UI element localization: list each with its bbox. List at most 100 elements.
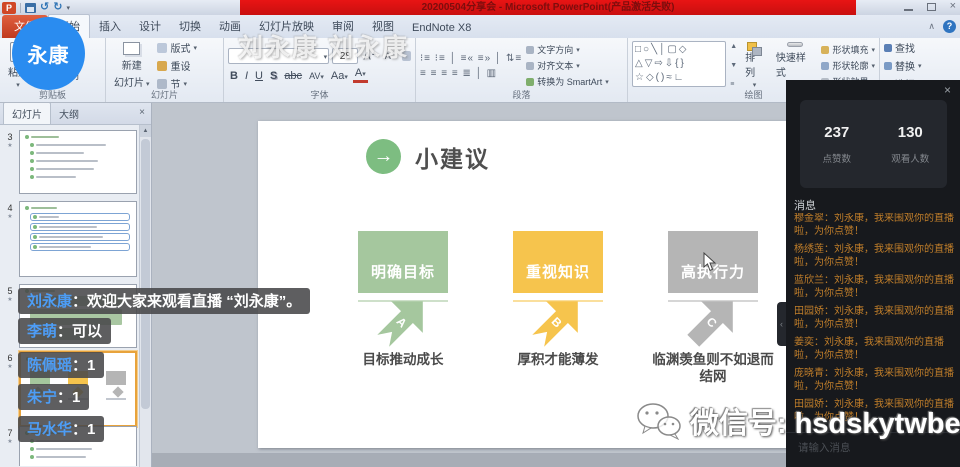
minimize-button[interactable]	[904, 9, 913, 11]
shape-fill-icon	[821, 46, 829, 54]
smartart-icon	[526, 78, 534, 86]
smartart-button[interactable]: 转换为 SmartArt▾	[526, 75, 609, 88]
tab-outline[interactable]: 大纲	[51, 103, 87, 124]
shape-outline-button[interactable]: 形状轮廓▾	[821, 59, 875, 72]
layout-icon	[157, 43, 167, 53]
strikethrough-button[interactable]: abc	[282, 70, 304, 82]
animation-star-icon: ★	[3, 438, 17, 445]
shapes-gallery[interactable]: □○╲│▢◇ △▽⇨⇩{} ☆◇()≈∟	[632, 41, 726, 87]
chat-bubble: 刘永康：欢迎大家来观看直播 “刘永康”。	[18, 288, 310, 314]
messages-list[interactable]: 穆金翠：刘永康，我来围观你的直播啦，为你点赞！ 杨绣莲：刘永康，我来围观你的直播…	[794, 213, 955, 429]
likes-label: 点赞数	[822, 151, 851, 165]
underline-button[interactable]: U	[253, 70, 265, 82]
wechat-watermark: 微信号: hsdskytwbest	[636, 400, 960, 442]
section-icon	[157, 79, 167, 89]
text-direction-button[interactable]: 文字方向▾	[526, 43, 609, 56]
caption-2[interactable]: 厚积才能薄发	[497, 351, 619, 368]
scroll-up-icon[interactable]: ▲	[140, 125, 151, 137]
window-title: 20200504分享会 - Microsoft PowerPoint(产品激活失…	[240, 0, 856, 15]
viewers-count: 130	[898, 124, 923, 141]
title-bar: P ↺ ↻ ▾ 20200504分享会 - Microsoft PowerPoi…	[0, 0, 960, 15]
arrow-shape-c[interactable]: C	[673, 281, 752, 360]
shape-fill-button[interactable]: 形状填充▾	[821, 43, 875, 56]
caption-1[interactable]: 目标推动成长	[342, 351, 464, 368]
scrollbar-thumb[interactable]	[141, 139, 150, 409]
shapes-gallery-scroll[interactable]: ▲▼≡	[730, 41, 737, 90]
group-slides: 新建 幻灯片 ▾ 版式▾ 重设 节▾ 幻灯片	[106, 38, 224, 102]
quick-styles-icon	[787, 42, 803, 47]
arrange-button[interactable]: 排列▾	[741, 41, 768, 90]
chat-bubble: 马水华：1	[18, 416, 104, 442]
text-direction-icon	[526, 46, 534, 54]
replace-icon	[884, 62, 892, 70]
restore-button[interactable]	[927, 3, 936, 11]
tab-endnote[interactable]: EndNote X8	[403, 19, 480, 38]
italic-button[interactable]: I	[243, 70, 250, 82]
panel-collapse-handle[interactable]: ‹	[777, 302, 786, 346]
align-text-icon	[526, 62, 534, 70]
find-button[interactable]: 查找	[884, 40, 922, 55]
streamer-avatar[interactable]: 永康	[12, 17, 85, 90]
title-arrow-icon: →	[366, 139, 401, 174]
new-slide-button[interactable]: 新建 幻灯片 ▾	[110, 41, 153, 90]
slide-title[interactable]: 小建议	[415, 140, 490, 174]
reset-button[interactable]: 重设	[157, 58, 197, 73]
chat-bubble: 朱宁：1	[18, 384, 89, 410]
divider	[20, 3, 21, 13]
caption-3[interactable]: 临渊羡鱼则不如退而结网	[652, 351, 774, 385]
tab-transitions[interactable]: 切换	[170, 15, 210, 38]
tab-design[interactable]: 设计	[130, 15, 170, 38]
animation-star-icon: ★	[3, 142, 17, 149]
animation-star-icon: ★	[3, 213, 17, 220]
bold-button[interactable]: B	[228, 70, 240, 82]
align-text-button[interactable]: 对齐文本▾	[526, 59, 609, 72]
animation-star-icon: ★	[3, 296, 17, 303]
live-panel-close-icon[interactable]: ×	[944, 83, 951, 97]
reset-icon	[157, 61, 167, 71]
tab-insert[interactable]: 插入	[90, 15, 130, 38]
ribbon-tab-row: 文件 开始 插入 设计 切换 动画 幻灯片放映 审阅 视图 EndNote X8…	[0, 15, 960, 38]
chat-bubble: 李萌：可以	[18, 318, 111, 344]
tab-slides-thumbnails[interactable]: 幻灯片	[3, 102, 51, 124]
arrange-icon	[747, 42, 763, 47]
message-item: 杨绣莲：刘永康，我来围观你的直播啦，为你点赞！	[794, 244, 955, 269]
shadow-button[interactable]: S	[268, 70, 279, 82]
wechat-icon	[636, 402, 682, 440]
messages-header: 消息	[794, 197, 816, 213]
slide-canvas[interactable]: → 小建议 明确目标 重视知识 高执行力 A B C 目标推动成长 厚积才能薄发…	[258, 121, 790, 448]
font-color-button[interactable]: A▾	[353, 68, 368, 83]
close-button[interactable]: ×	[950, 1, 956, 12]
char-spacing-button[interactable]: AV▾	[307, 71, 326, 81]
qat-dropdown-icon[interactable]: ▾	[66, 4, 70, 12]
list-indent-buttons[interactable]: ⁝≡ ⁝≡ │ ≡« ≡» │ ⇅≡	[420, 53, 522, 64]
help-icon[interactable]: ?	[943, 20, 956, 33]
quick-access-toolbar: P ↺ ↻ ▾	[2, 1, 70, 14]
viewers-label: 观看人数	[891, 151, 929, 165]
name-watermark: 刘永康 刘永康	[238, 28, 409, 64]
chat-bubble: 陈佩瑶：1	[18, 352, 104, 378]
group-paragraph: ⁝≡ ⁝≡ │ ≡« ≡» │ ⇅≡ ≡ ≡ ≡ ≡ ≣ │ ▥ 文字方向▾ 对…	[416, 38, 628, 102]
layout-button[interactable]: 版式▾	[157, 40, 197, 55]
find-icon	[884, 44, 892, 52]
slides-panel: 幻灯片 大纲 × ▲ 3★ 4★ 5★	[0, 103, 152, 467]
change-case-button[interactable]: Aa▾	[329, 70, 350, 82]
redo-icon[interactable]: ↻	[53, 2, 62, 13]
message-item: 穆金翠：刘永康，我来围观你的直播啦，为你点赞！	[794, 213, 955, 238]
minimize-ribbon-icon[interactable]: ∧	[928, 21, 935, 32]
likes-count: 237	[824, 124, 849, 141]
mouse-cursor	[703, 252, 717, 275]
message-item: 庞晓青：刘永康，我来围观你的直播啦，为你点赞！	[794, 368, 955, 393]
message-item: 姜奕：刘永康，我来围观你的直播啦，为你点赞！	[794, 337, 955, 362]
message-item: 田园娇：刘永康，我来围观你的直播啦，为你点赞！	[794, 306, 955, 331]
shape-outline-icon	[821, 62, 829, 70]
panel-close-icon[interactable]: ×	[139, 107, 145, 118]
undo-icon[interactable]: ↺	[40, 2, 49, 13]
replace-button[interactable]: 替换▾	[884, 58, 922, 73]
arrow-shape-b[interactable]: B	[518, 281, 597, 360]
save-icon[interactable]	[25, 3, 36, 13]
live-stats-card: 237 点赞数 130 观看人数	[800, 100, 947, 188]
arrow-shape-a[interactable]: A	[363, 281, 442, 360]
animation-star-icon: ★	[3, 363, 17, 370]
align-buttons[interactable]: ≡ ≡ ≡ ≡ ≣ │ ▥	[420, 68, 522, 79]
message-item: 蓝欣兰：刘永康，我来围观你的直播啦，为你点赞！	[794, 275, 955, 300]
